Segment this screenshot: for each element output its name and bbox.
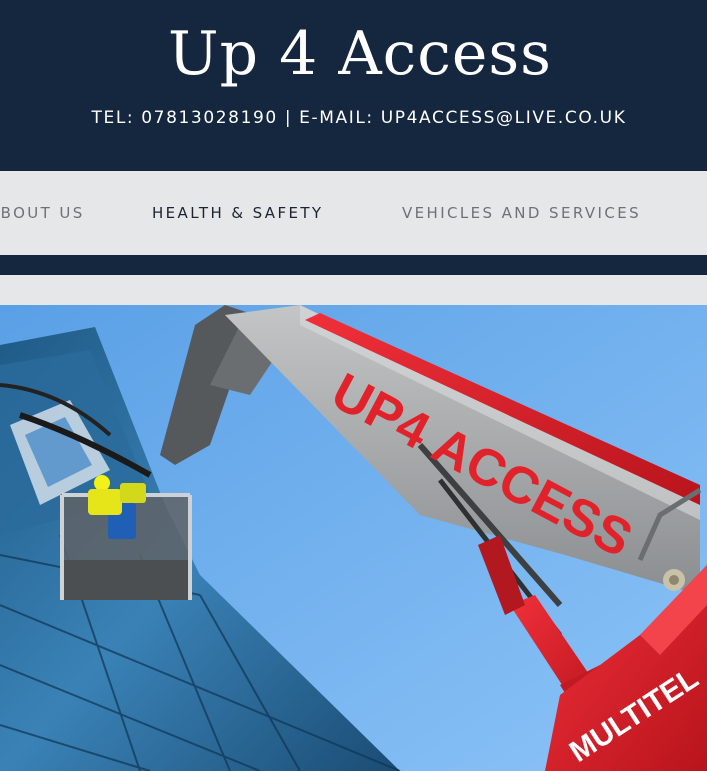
nav-item-vehicles-services[interactable]: VEHICLES AND SERVICES (402, 203, 641, 223)
hero-photo-illustration: UP4 ACCESS MULTITEL (0, 305, 707, 771)
header-divider-band (0, 255, 707, 275)
site-title[interactable]: Up 4 Access (0, 14, 707, 94)
content-spacer (0, 275, 707, 305)
nav-item-health-safety[interactable]: HEALTH & SAFETY (152, 203, 323, 223)
nav-item-about-us[interactable]: ABOUT US (0, 203, 85, 223)
work-platform (60, 475, 192, 600)
main-navigation: ABOUT US HEALTH & SAFETY VEHICLES AND SE… (0, 171, 707, 255)
site-header: Up 4 Access TEL: 07813028190 | E-MAIL: U… (0, 0, 707, 171)
contact-line: TEL: 07813028190 | E-MAIL: UP4ACCESS@LIV… (91, 108, 627, 128)
hero-image: UP4 ACCESS MULTITEL (0, 305, 707, 771)
